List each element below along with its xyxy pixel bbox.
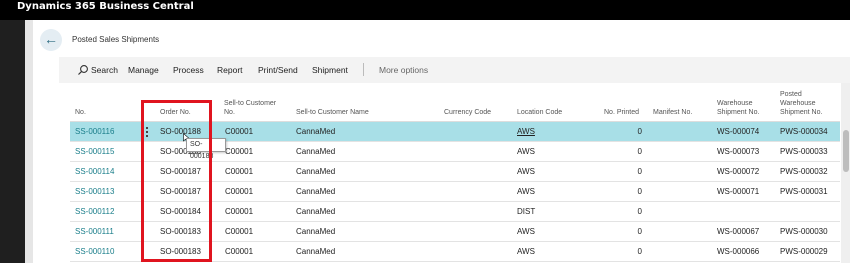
cell-posted-wh-shipment: PWS-000033 [780,147,828,156]
col-header-line: Posted [780,91,802,98]
cell-customer-name: CannaMed [296,147,336,156]
report-button[interactable]: Report [217,65,243,75]
cell-printed: 0 [637,147,642,156]
cell-posted-wh-shipment: PWS-000034 [780,127,828,136]
cell-posted-wh-shipment: PWS-000032 [780,167,828,176]
cell-customer-no: C00001 [225,167,254,176]
col-header-manifest-no[interactable]: Manifest No. [653,108,692,117]
scrollbar-thumb[interactable] [843,130,849,172]
cell-customer-no: C00001 [225,127,254,136]
cell-location: DIST [517,207,536,216]
col-header-sell-to-customer-name[interactable]: Sell-to Customer Name [296,108,369,117]
cell-printed: 0 [637,227,642,236]
cell-posted-wh-shipment: PWS-000030 [780,227,828,236]
col-header-line: Sell-to Customer [224,100,277,107]
cell-customer-no: C00001 [225,147,254,156]
print-send-button[interactable]: Print/Send [258,65,298,75]
cell-printed: 0 [637,167,642,176]
cell-location[interactable]: AWS [517,122,535,142]
cell-wh-shipment: WS-000073 [717,147,760,156]
cell-wh-shipment: WS-000074 [717,127,760,136]
cell-location: AWS [517,227,535,236]
cell-customer-name: CannaMed [296,207,336,216]
col-header-line: Shipment No. [780,109,823,116]
cell-no[interactable]: SS-000115 [75,142,114,162]
page-title: Posted Sales Shipments [72,35,160,44]
col-header-warehouse-shipment-no[interactable]: Warehouse Shipment No. [717,99,759,117]
cell-printed: 0 [637,207,642,216]
cell-location: AWS [517,187,535,196]
cell-customer-name: CannaMed [296,247,336,256]
action-separator [363,63,364,76]
top-bar: Dynamics 365 Business Central [0,0,850,20]
manage-button[interactable]: Manage [128,65,159,75]
search-icon[interactable] [77,64,89,76]
cell-location: AWS [517,167,535,176]
cell-no[interactable]: SS-000111 [75,222,114,242]
cell-no[interactable]: SS-000113 [75,182,114,202]
left-gutter [25,20,33,263]
cell-customer-no: C00001 [225,207,254,216]
col-header-sell-to-customer-no[interactable]: Sell-to Customer No. [224,99,276,117]
col-header-location-code[interactable]: Location Code [517,108,562,117]
cell-printed: 0 [637,247,642,256]
order-no-highlight-box [141,100,212,262]
cell-location: AWS [517,147,535,156]
cell-customer-no: C00001 [225,187,254,196]
col-header-no[interactable]: No. [75,108,86,117]
cell-no[interactable]: SS-000114 [75,162,114,182]
col-header-line: Shipment No. [717,109,760,116]
cell-customer-name: CannaMed [296,227,336,236]
cell-posted-wh-shipment: PWS-000029 [780,247,828,256]
col-header-line: Warehouse [717,100,753,107]
vertical-scrollbar[interactable] [841,83,850,263]
cell-customer-name: CannaMed [296,167,336,176]
back-arrow-icon[interactable]: ← [40,29,62,51]
more-options-button[interactable]: More options [379,65,428,75]
process-button[interactable]: Process [173,65,204,75]
col-header-posted-warehouse-shipment-no[interactable]: Posted Warehouse Shipment No. [780,90,822,117]
cell-no[interactable]: SS-000116 [75,122,114,142]
cell-location: AWS [517,247,535,256]
cell-no[interactable]: SS-000110 [75,242,114,262]
col-header-currency-code[interactable]: Currency Code [444,108,491,117]
shipment-button[interactable]: Shipment [312,65,348,75]
cell-wh-shipment: WS-000067 [717,227,760,236]
cell-wh-shipment: WS-000066 [717,247,760,256]
app-title: Dynamics 365 Business Central [17,1,194,12]
cell-customer-no: C00001 [225,247,254,256]
cell-customer-name: CannaMed [296,127,336,136]
col-header-line: Warehouse [780,100,816,107]
cell-wh-shipment: WS-000072 [717,167,760,176]
search-button[interactable]: Search [91,65,118,75]
cell-customer-no: C00001 [225,227,254,236]
cell-posted-wh-shipment: PWS-000031 [780,187,828,196]
cell-printed: 0 [637,187,642,196]
col-header-line: No. [224,109,235,116]
cell-wh-shipment: WS-000071 [717,187,760,196]
cell-printed: 0 [637,127,642,136]
cell-no[interactable]: SS-000112 [75,202,114,222]
col-header-no-printed[interactable]: No. Printed [604,108,639,117]
cell-customer-name: CannaMed [296,187,336,196]
